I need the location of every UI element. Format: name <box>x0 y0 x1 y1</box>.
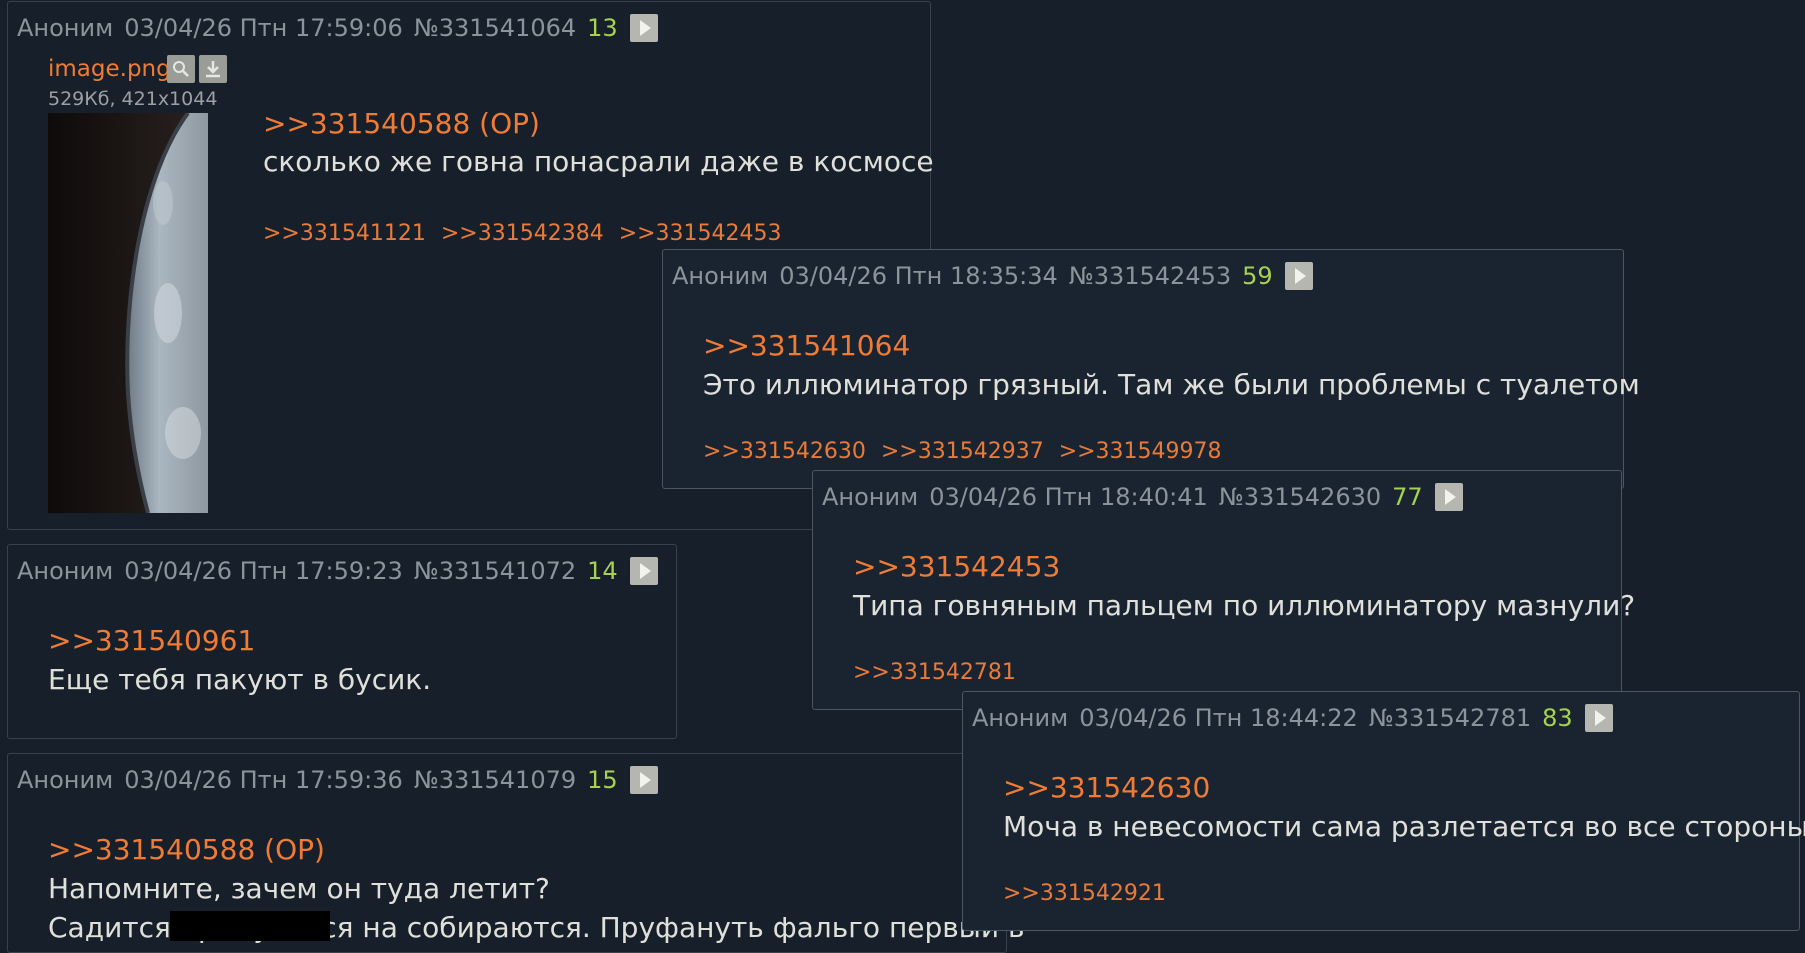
post-number[interactable]: №331541079 <box>414 766 576 794</box>
popup-post-331542630: Аноним 03/04/26 Птн 18:40:41 №331542630 … <box>812 470 1635 710</box>
post-author: Аноним <box>17 557 114 585</box>
post-author: Аноним <box>672 262 769 290</box>
post-count: 15 <box>587 766 618 794</box>
backlink[interactable]: >>331542630 <box>703 439 866 464</box>
post-count: 13 <box>587 14 618 42</box>
play-icon[interactable] <box>629 766 658 794</box>
play-icon[interactable] <box>629 14 658 42</box>
backlink[interactable]: >>331542384 <box>441 221 604 246</box>
post-count: 14 <box>587 557 618 585</box>
post-count: 83 <box>1542 704 1573 732</box>
play-icon[interactable] <box>1434 483 1463 511</box>
post-date: 03/04/26 Птн 17:59:36 <box>124 766 403 794</box>
post-header: Аноним 03/04/26 Птн 17:59:06 №331541064 … <box>17 14 669 42</box>
backlink[interactable]: >>331549978 <box>1059 439 1222 464</box>
play-icon[interactable] <box>1584 704 1613 732</box>
post-date: 03/04/26 Птн 18:44:22 <box>1079 704 1358 732</box>
file-name-link[interactable]: image.png <box>48 56 171 82</box>
post-date: 03/04/26 Птн 17:59:23 <box>124 557 403 585</box>
backlink[interactable]: >>331541121 <box>263 221 426 246</box>
post-count: 77 <box>1392 483 1423 511</box>
backlink[interactable]: >>331542781 <box>853 660 1016 685</box>
post-author: Аноним <box>972 704 1069 732</box>
post-header: Аноним 03/04/26 Птн 18:44:22 №331542781 … <box>972 704 1624 732</box>
post-author: Аноним <box>17 14 114 42</box>
post-date: 03/04/26 Птн 18:35:34 <box>779 262 1058 290</box>
backlink[interactable]: >>331542453 <box>619 221 782 246</box>
post-message: Моча в невесомости сама разлетается во в… <box>1003 810 1805 843</box>
post-message: сколько же говна понасрали даже в космос… <box>263 145 934 178</box>
backlinks: >>331542781 <box>853 660 1024 685</box>
post-number[interactable]: №331541064 <box>414 14 576 42</box>
post-count: 59 <box>1242 262 1273 290</box>
post-number[interactable]: №331541072 <box>414 557 576 585</box>
download-icon[interactable] <box>199 55 227 83</box>
reply-link[interactable]: >>331542453 <box>853 550 1060 583</box>
search-icon[interactable] <box>167 55 195 83</box>
post-header: Аноним 03/04/26 Птн 17:59:23 №331541072 … <box>17 557 669 585</box>
play-icon[interactable] <box>1284 262 1313 290</box>
backlinks: >>331542921 <box>1003 881 1174 906</box>
reply-link[interactable]: >>331540588 (OP) <box>48 833 325 866</box>
post-date: 03/04/26 Птн 17:59:06 <box>124 14 403 42</box>
spoiler-block[interactable] <box>170 911 330 941</box>
reply-link[interactable]: >>331541064 <box>703 329 910 362</box>
backlinks: >>331542630 >>331542937 >>331549978 <box>703 439 1230 464</box>
backlinks: >>331541121 >>331542384 >>331542453 <box>263 221 790 246</box>
reply-link[interactable]: >>331540961 <box>48 624 255 657</box>
post-number[interactable]: №331542453 <box>1069 262 1231 290</box>
post-331541079: Аноним 03/04/26 Птн 17:59:36 №331541079 … <box>7 753 1024 953</box>
reply-link[interactable]: >>331542630 <box>1003 771 1210 804</box>
post-author: Аноним <box>17 766 114 794</box>
popup-post-331542453: Аноним 03/04/26 Птн 18:35:34 №331542453 … <box>662 249 1640 489</box>
post-message: Типа говняным пальцем по иллюминатору ма… <box>853 589 1636 622</box>
post-image-thumbnail[interactable] <box>48 113 208 513</box>
file-meta: 529Кб, 421x1044 <box>48 88 218 110</box>
post-message: Еще тебя пакуют в бусик. <box>48 663 432 696</box>
post-number[interactable]: №331542781 <box>1369 704 1531 732</box>
reply-link[interactable]: >>331540588 (OP) <box>263 107 540 140</box>
play-icon[interactable] <box>629 557 658 585</box>
post-header: Аноним 03/04/26 Птн 18:40:41 №331542630 … <box>822 483 1474 511</box>
post-header: Аноним 03/04/26 Птн 17:59:36 №331541079 … <box>17 766 669 794</box>
post-message: Это иллюминатор грязный. Там же были про… <box>703 368 1640 401</box>
popup-post-331542781: Аноним 03/04/26 Птн 18:44:22 №331542781 … <box>962 691 1805 931</box>
backlink[interactable]: >>331542921 <box>1003 881 1166 906</box>
post-author: Аноним <box>822 483 919 511</box>
post-date: 03/04/26 Птн 18:40:41 <box>929 483 1208 511</box>
backlink[interactable]: >>331542937 <box>881 439 1044 464</box>
post-header: Аноним 03/04/26 Птн 18:35:34 №331542453 … <box>672 262 1324 290</box>
post-number[interactable]: №331542630 <box>1219 483 1381 511</box>
post-331541072: Аноним 03/04/26 Птн 17:59:23 №331541072 … <box>7 544 677 739</box>
post-message: Напомните, зачем он туда летит? <box>48 872 550 905</box>
